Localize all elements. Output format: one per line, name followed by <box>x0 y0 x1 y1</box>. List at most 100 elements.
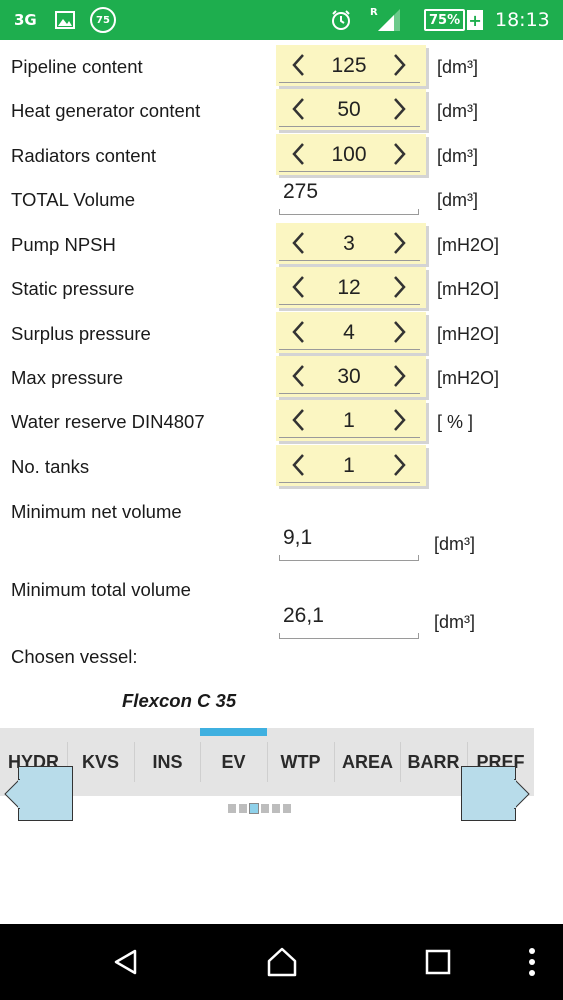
chosen-vessel-label: Chosen vessel: <box>11 646 138 667</box>
decrement-chevron-left-icon[interactable] <box>284 273 312 301</box>
static-pressure-label: Static pressure <box>11 278 135 299</box>
stepper-underline <box>279 171 420 172</box>
battery-level: 75% <box>424 9 466 31</box>
more-options-icon[interactable] <box>512 942 552 982</box>
stepper-underline <box>279 260 420 261</box>
surplus-pressure-unit: [mH2O] <box>437 324 500 344</box>
active-tab-indicator <box>200 728 267 736</box>
arrow-right-icon <box>514 779 530 809</box>
min-net-volume-value: 9,1 <box>283 526 313 549</box>
decrement-chevron-left-icon[interactable] <box>284 362 312 390</box>
page-dot-active <box>249 803 259 814</box>
pump-npsh-value[interactable]: 3 <box>312 223 386 264</box>
decrement-chevron-left-icon[interactable] <box>284 451 312 479</box>
tab-wtp[interactable]: WTP <box>267 728 334 796</box>
increment-chevron-right-icon[interactable] <box>386 406 414 434</box>
max-pressure-value[interactable]: 30 <box>312 356 386 397</box>
min-net-volume-label: Minimum net volume <box>11 501 182 522</box>
home-icon[interactable] <box>262 942 302 982</box>
total-volume-field[interactable]: 275 <box>279 180 419 215</box>
max-pressure-stepper[interactable]: 30 <box>276 356 426 397</box>
tab-ev[interactable]: EV <box>200 728 267 796</box>
decrement-chevron-left-icon[interactable] <box>284 51 312 79</box>
pipeline-content-value[interactable]: 125 <box>312 45 386 86</box>
water-reserve-stepper[interactable]: 1 <box>276 400 426 441</box>
water-reserve-label: Water reserve DIN4807 <box>11 411 205 432</box>
total-volume-label: TOTAL Volume <box>11 189 136 210</box>
min-total-volume-field[interactable]: 26,1 <box>279 604 419 639</box>
stepper-underline <box>279 82 420 83</box>
decrement-chevron-left-icon[interactable] <box>284 406 312 434</box>
surplus-pressure-stepper[interactable]: 4 <box>276 312 426 353</box>
alarm-icon <box>330 0 352 40</box>
image-icon <box>55 0 75 40</box>
increment-chevron-right-icon[interactable] <box>386 273 414 301</box>
increment-chevron-right-icon[interactable] <box>386 95 414 123</box>
static-pressure-value[interactable]: 12 <box>312 267 386 308</box>
tab-barr[interactable]: BARR <box>400 728 467 796</box>
increment-chevron-right-icon[interactable] <box>386 451 414 479</box>
water-reserve-value[interactable]: 1 <box>312 400 386 441</box>
stepper-underline <box>279 482 420 483</box>
clock: 18:13 <box>495 9 550 31</box>
pump-npsh-label: Pump NPSH <box>11 234 116 255</box>
page-dot <box>261 804 269 813</box>
increment-chevron-right-icon[interactable] <box>386 140 414 168</box>
pipeline-content-label: Pipeline content <box>11 56 143 77</box>
battery-charging-icon: 75% + <box>424 0 484 40</box>
recents-icon[interactable] <box>418 942 458 982</box>
static-pressure-unit: [mH2O] <box>437 279 500 299</box>
radiators-content-stepper[interactable]: 100 <box>276 134 426 175</box>
decrement-chevron-left-icon[interactable] <box>284 95 312 123</box>
notification-badge-text: 75 <box>90 7 116 33</box>
min-net-volume-field[interactable]: 9,1 <box>279 526 419 561</box>
chosen-vessel-value: Flexcon C 35 <box>122 690 237 711</box>
stepper-underline <box>279 349 420 350</box>
total-volume-value: 275 <box>283 180 319 203</box>
next-page-button[interactable] <box>461 766 530 821</box>
back-icon[interactable] <box>105 942 145 982</box>
network-3g-icon: 3G <box>14 11 37 29</box>
tab-bar: HYDR KVS INS EV WTP AREA BARR PREF <box>0 728 534 796</box>
stepper-underline <box>279 304 420 305</box>
no-tanks-label: No. tanks <box>11 456 90 477</box>
decrement-chevron-left-icon[interactable] <box>284 318 312 346</box>
signal-icon <box>376 0 402 40</box>
radiators-content-label: Radiators content <box>11 145 157 166</box>
tab-kvs[interactable]: KVS <box>67 728 134 796</box>
increment-chevron-right-icon[interactable] <box>386 229 414 257</box>
page-dot <box>283 804 291 813</box>
pump-npsh-stepper[interactable]: 3 <box>276 223 426 264</box>
radiators-content-unit: [dm³] <box>437 146 479 166</box>
heat-generator-content-unit: [dm³] <box>437 101 479 121</box>
max-pressure-unit: [mH2O] <box>437 368 500 388</box>
previous-page-button[interactable] <box>4 766 73 821</box>
no-tanks-stepper[interactable]: 1 <box>276 445 426 486</box>
page-indicator <box>228 803 291 814</box>
decrement-chevron-left-icon[interactable] <box>284 229 312 257</box>
heat-generator-content-stepper[interactable]: 50 <box>276 89 426 130</box>
increment-chevron-right-icon[interactable] <box>386 51 414 79</box>
page-dot <box>272 804 280 813</box>
stepper-underline <box>279 393 420 394</box>
increment-chevron-right-icon[interactable] <box>386 362 414 390</box>
tab-area[interactable]: AREA <box>334 728 401 796</box>
decrement-chevron-left-icon[interactable] <box>284 140 312 168</box>
stepper-underline <box>279 126 420 127</box>
page-dot <box>239 804 247 813</box>
surplus-pressure-value[interactable]: 4 <box>312 312 386 353</box>
pipeline-content-stepper[interactable]: 125 <box>276 45 426 86</box>
min-total-volume-value: 26,1 <box>283 604 324 627</box>
max-pressure-label: Max pressure <box>11 367 124 388</box>
radiators-content-value[interactable]: 100 <box>312 134 386 175</box>
total-volume-unit: [dm³] <box>437 190 479 210</box>
static-pressure-stepper[interactable]: 12 <box>276 267 426 308</box>
increment-chevron-right-icon[interactable] <box>386 318 414 346</box>
charging-plus-icon: + <box>467 10 484 30</box>
heat-generator-content-value[interactable]: 50 <box>312 89 386 130</box>
arrow-left-icon <box>4 779 20 809</box>
no-tanks-value[interactable]: 1 <box>312 445 386 486</box>
tab-ins[interactable]: INS <box>134 728 201 796</box>
pump-npsh-unit: [mH2O] <box>437 235 500 255</box>
page-dot <box>228 804 236 813</box>
